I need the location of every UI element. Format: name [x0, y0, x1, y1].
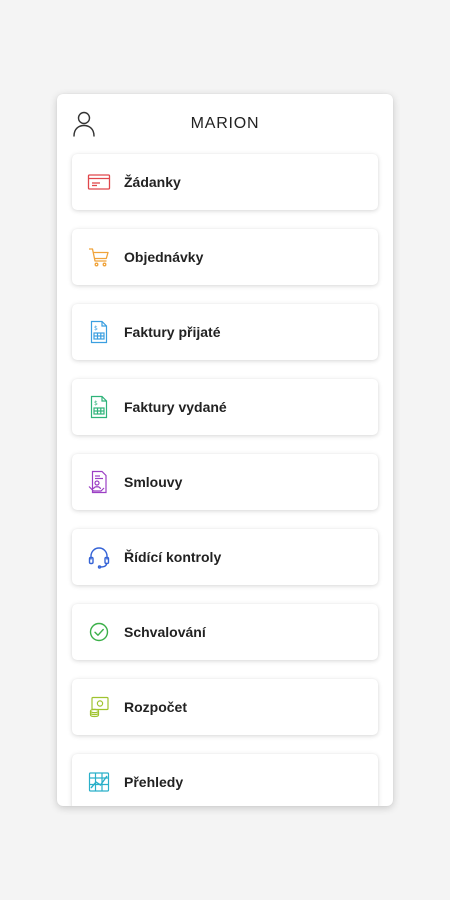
budget-icon	[86, 694, 112, 720]
request-card-icon	[86, 169, 112, 195]
issued-invoice-icon: $	[86, 394, 112, 420]
received-invoice-icon: $	[86, 319, 112, 345]
menu-item-faktury-prijate[interactable]: $ Faktury přijaté	[72, 304, 378, 360]
menu-item-schvalovani[interactable]: Schvalování	[72, 604, 378, 660]
menu-item-smlouvy[interactable]: Smlouvy	[72, 454, 378, 510]
menu-item-label: Faktury vydané	[124, 399, 227, 415]
menu-item-rozpocet[interactable]: Rozpočet	[72, 679, 378, 735]
headset-icon	[86, 544, 112, 570]
menu-item-ridici-kontroly[interactable]: Řídící kontroly	[72, 529, 378, 585]
check-circle-icon	[86, 619, 112, 645]
menu-item-faktury-vydane[interactable]: $ Faktury vydané	[72, 379, 378, 435]
svg-text:$: $	[94, 400, 98, 407]
menu-item-label: Přehledy	[124, 774, 184, 790]
contract-icon	[86, 469, 112, 495]
menu-item-label: Rozpočet	[124, 699, 187, 715]
menu-list: Žádanky Objednávky $ Faktury přijaté $ F…	[57, 94, 393, 806]
menu-item-label: Faktury přijaté	[124, 324, 221, 340]
menu-item-label: Řídící kontroly	[124, 549, 222, 565]
menu-item-label: Objednávky	[124, 249, 204, 265]
menu-item-label: Schvalování	[124, 624, 206, 640]
menu-item-zadanky[interactable]: Žádanky	[72, 154, 378, 210]
menu-item-label: Žádanky	[124, 174, 181, 190]
app-title: MARION	[190, 115, 260, 132]
app-header: MARION	[57, 94, 393, 154]
menu-item-objednavky[interactable]: Objednávky	[72, 229, 378, 285]
svg-text:$: $	[94, 325, 98, 332]
menu-item-prehledy[interactable]: Přehledy	[72, 754, 378, 806]
chart-table-icon	[86, 769, 112, 795]
shopping-cart-icon	[86, 244, 112, 270]
app-window: Žádanky Objednávky $ Faktury přijaté $ F…	[57, 94, 393, 806]
menu-item-label: Smlouvy	[124, 474, 183, 490]
